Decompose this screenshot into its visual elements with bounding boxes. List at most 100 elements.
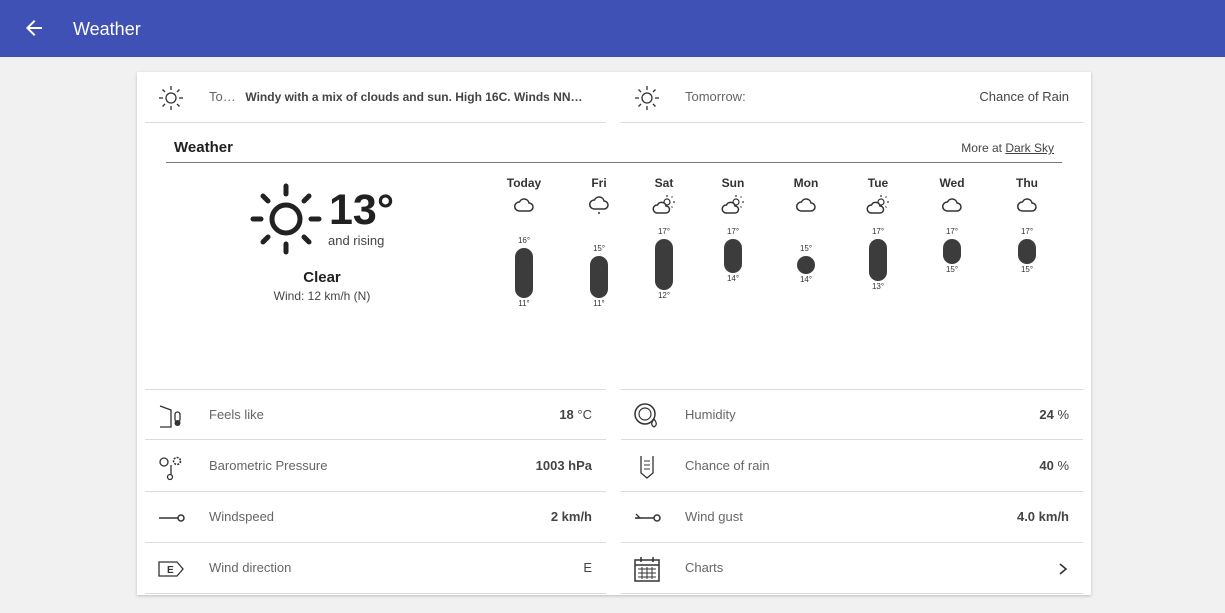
feels-like-value: 18 °C (559, 407, 592, 422)
charts-label: Charts (685, 560, 724, 575)
tomorrow-text: Chance of Rain (979, 89, 1069, 104)
wind-direction-badge: E (167, 565, 174, 576)
forecast-low: 14° (799, 275, 813, 284)
forecast-day-name: Sun (721, 176, 745, 190)
cloud-icon (942, 198, 962, 212)
rain-gauge-icon (640, 456, 654, 479)
wind-direction-icon: E (158, 561, 184, 577)
forecast-day-name: Fri (591, 176, 607, 190)
chevron-right-icon[interactable] (1057, 562, 1069, 576)
today-label: To… (209, 89, 236, 104)
forecast-day-name: Thu (1016, 176, 1038, 190)
more-at: More at Dark Sky (961, 141, 1054, 155)
partly-cloudy-icon (721, 195, 744, 214)
windspeed-icon (159, 514, 185, 522)
forecast-day-name: Tue (867, 176, 889, 190)
calendar-icon (634, 557, 660, 582)
temperature-trend: and rising (328, 233, 385, 248)
wind-gust-value: 4.0 km/h (1016, 509, 1069, 524)
forecast-high: 17° (657, 227, 671, 236)
forecast-day: Sat 17° 12° (632, 176, 696, 346)
forecast-temp-bar (655, 239, 673, 290)
forecast-day-name: Mon (793, 176, 819, 190)
weather-header: Weather More at Dark Sky (166, 129, 1062, 163)
app-bar: Weather (0, 0, 1225, 57)
thermometer-icon (159, 405, 181, 428)
pressure-row[interactable]: Barometric Pressure 1003 hPa (145, 441, 606, 492)
cloud-icon (796, 198, 816, 212)
feels-like-row[interactable]: Feels like 18 °C (145, 389, 606, 440)
current-wind: Wind: 12 km/h (N) (273, 289, 371, 303)
forecast-day: Mon 15° 14° (774, 176, 838, 346)
forecast-temp-bar (797, 256, 815, 274)
clear-sun-icon (250, 183, 322, 255)
humidity-label: Humidity (685, 407, 736, 422)
forecast-low: 15° (1020, 265, 1034, 274)
rain-chance-row[interactable]: Chance of rain 40 % (621, 441, 1083, 492)
tomorrow-label: Tomorrow: (685, 89, 746, 104)
cloud-icon (1017, 198, 1037, 212)
wind-direction-value: E (583, 560, 592, 575)
forecast-day: Sun 17° 14° (701, 176, 765, 346)
partly-cloudy-icon (866, 195, 889, 214)
forecast-day-name: Sat (654, 176, 674, 190)
forecast-low: 15° (945, 265, 959, 274)
today-text: Windy with a mix of clouds and sun. High… (245, 90, 583, 104)
today-summary-row[interactable]: To… Windy with a mix of clouds and sun. … (145, 72, 606, 123)
forecast-low: 11° (518, 299, 530, 308)
humidity-value: 24 % (1039, 407, 1069, 422)
windspeed-label: Windspeed (209, 509, 275, 524)
forecast-high: 17° (871, 227, 885, 236)
rain-chance-value: 40 % (1039, 458, 1069, 473)
windspeed-value: 2 km/h (550, 509, 592, 524)
current-condition: Clear (303, 269, 341, 286)
wind-direction-row[interactable]: E Wind direction E (145, 543, 606, 594)
pressure-label: Barometric Pressure (209, 458, 328, 473)
forecast-temp-bar (515, 247, 533, 298)
forecast-low: 13° (871, 282, 885, 291)
forecast-temp-bar (943, 239, 961, 264)
forecast-temp-bar (869, 239, 887, 281)
forecast-low: 14° (726, 273, 740, 283)
forecast-strip: Today 16° 11° Fri 15° 11° Sat 17° 12° Su… (492, 176, 1072, 346)
rain-chance-label: Chance of rain (685, 458, 770, 473)
forecast-high: 17° (726, 227, 740, 236)
wind-gust-label: Wind gust (685, 509, 743, 524)
forecast-high: 16° (517, 235, 531, 245)
tomorrow-summary-row[interactable]: Tomorrow: Chance of Rain (621, 72, 1083, 123)
forecast-day: Wed 17° 15° (920, 176, 984, 346)
forecast-day: Tue 17° 13° (846, 176, 910, 346)
forecast-high: 17° (945, 227, 959, 236)
arrow-left-icon[interactable] (22, 16, 46, 40)
forecast-day-name: Wed (939, 176, 965, 190)
wind-direction-label: Wind direction (209, 560, 292, 575)
forecast-high: 17° (1020, 227, 1034, 236)
forecast-high: 15° (592, 244, 606, 253)
forecast-low: 11° (593, 299, 605, 308)
forecast-day: Fri 15° 11° (567, 176, 631, 346)
sun-icon (635, 86, 659, 110)
pressure-value: 1003 hPa (535, 458, 592, 473)
wind-gust-row[interactable]: Wind gust 4.0 km/h (621, 492, 1083, 543)
dark-sky-link[interactable]: Dark Sky (1005, 141, 1054, 155)
weather-title: Weather (174, 139, 233, 156)
current-conditions: 13° and rising Clear Wind: 12 km/h (N) (237, 178, 507, 318)
weather-card: To… Windy with a mix of clouds and sun. … (137, 72, 1091, 595)
humidity-gauge-icon (634, 403, 657, 428)
forecast-temp-bar (1018, 239, 1036, 264)
partly-cloudy-icon (652, 195, 675, 214)
cloud-icon (514, 198, 534, 212)
barometer-icon (159, 456, 182, 481)
forecast-temp-bar (724, 239, 742, 273)
forecast-high: 15° (799, 244, 813, 253)
wind-gust-icon (635, 513, 661, 522)
more-prefix: More at (961, 141, 1002, 155)
rain-cloud-icon (589, 196, 609, 214)
windspeed-row[interactable]: Windspeed 2 km/h (145, 492, 606, 543)
forecast-day-name: Today (506, 176, 542, 190)
forecast-day: Today 16° 11° (492, 176, 556, 346)
humidity-row[interactable]: Humidity 24 % (621, 389, 1083, 440)
sun-icon (159, 86, 183, 110)
charts-row[interactable]: Charts (621, 543, 1083, 594)
forecast-day: Thu 17° 15° (995, 176, 1059, 346)
